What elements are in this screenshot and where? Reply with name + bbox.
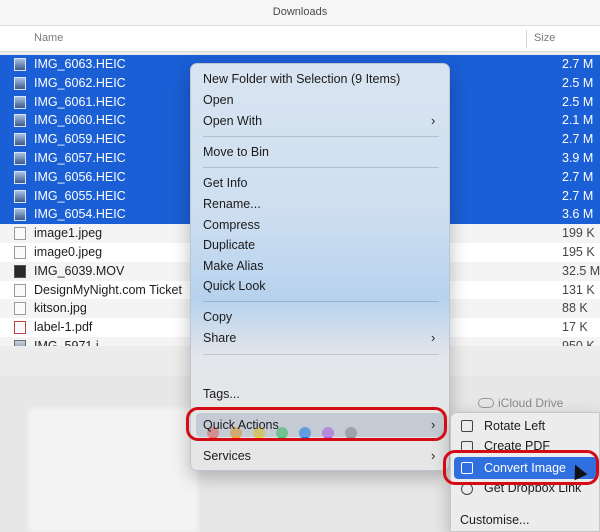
file-size: 3.9 M xyxy=(562,150,594,165)
window-title: Downloads xyxy=(0,0,600,26)
column-name-header[interactable]: Name xyxy=(34,26,63,50)
image-file-icon xyxy=(14,76,26,90)
file-name: image0.jpeg xyxy=(34,244,103,259)
file-size: 131 K xyxy=(562,282,595,297)
menu-separator xyxy=(203,167,439,168)
file-size: 2.5 M xyxy=(562,94,594,109)
file-size: 2.1 M xyxy=(562,113,594,128)
chevron-right-icon: › xyxy=(431,113,436,128)
file-size: 2.7 M xyxy=(562,188,594,203)
video-file-icon xyxy=(14,264,26,278)
image-file-icon xyxy=(14,151,26,165)
submenu-item-customise[interactable]: Customise... xyxy=(460,513,529,527)
file-size: 2.5 M xyxy=(562,75,594,90)
file-size: 195 K xyxy=(562,244,595,259)
menu-item-open[interactable]: Open xyxy=(203,93,234,107)
image-file-icon xyxy=(14,95,26,109)
file-size: 3.6 M xyxy=(562,207,594,222)
menu-item-open-with[interactable]: Open With xyxy=(203,114,262,128)
menu-separator xyxy=(203,354,439,355)
file-size: 88 K xyxy=(562,301,588,316)
menu-item-duplicate[interactable]: Duplicate xyxy=(203,238,255,252)
menu-separator xyxy=(203,136,439,137)
menu-item-share[interactable]: Share xyxy=(203,331,236,345)
pdf-file-icon xyxy=(14,321,26,335)
image-file-icon xyxy=(14,302,26,316)
file-name: IMG_6057.HEIC xyxy=(34,150,126,165)
rotate-left-icon xyxy=(461,420,473,432)
menu-item-rename[interactable]: Rename... xyxy=(203,197,261,211)
menu-item-copy[interactable]: Copy xyxy=(203,310,232,324)
file-size: 2.7 M xyxy=(562,169,594,184)
file-name: IMG_6055.HEIC xyxy=(34,188,126,203)
quick-actions-annotation xyxy=(186,407,447,441)
menu-item-make-alias[interactable]: Make Alias xyxy=(203,259,263,273)
menu-item-compress[interactable]: Compress xyxy=(203,218,260,232)
image-file-icon xyxy=(14,208,26,222)
file-name: IMG_6062.HEIC xyxy=(34,75,126,90)
file-name: IMG_6059.HEIC xyxy=(34,132,126,147)
file-name: IMG_6063.HEIC xyxy=(34,57,126,71)
menu-item-services[interactable]: Services xyxy=(203,449,251,463)
file-size: 2.7 M xyxy=(562,57,594,71)
image-file-icon xyxy=(14,283,26,297)
file-size: 2.7 M xyxy=(562,132,594,147)
menu-item-get-info[interactable]: Get Info xyxy=(203,176,247,190)
image-file-icon xyxy=(14,58,26,71)
menu-item-new-folder-with-selection[interactable]: New Folder with Selection (9 Items) xyxy=(203,72,400,86)
image-file-icon xyxy=(14,245,26,259)
column-header: Name Size xyxy=(0,26,600,52)
file-name: IMG_6056.HEIC xyxy=(34,169,126,184)
image-file-icon xyxy=(14,189,26,203)
file-name: IMG_6061.HEIC xyxy=(34,94,126,109)
file-name: IMG_6060.HEIC xyxy=(34,113,126,128)
submenu-item-rotate-left[interactable]: Rotate Left xyxy=(484,419,545,433)
sidebar-item-icloud-drive[interactable]: iCloud Drive xyxy=(498,396,563,410)
chevron-right-icon: › xyxy=(431,448,436,463)
file-size: 32.5 M xyxy=(562,263,600,278)
image-file-icon xyxy=(14,133,26,147)
column-divider[interactable] xyxy=(526,30,527,48)
file-size: 17 K xyxy=(562,320,588,335)
file-size: 199 K xyxy=(562,226,595,241)
image-file-icon xyxy=(14,227,26,241)
file-name: image1.jpeg xyxy=(34,226,103,241)
column-size-header[interactable]: Size xyxy=(534,26,555,50)
file-name: IMG_6039.MOV xyxy=(34,263,125,278)
file-name: label-1.pdf xyxy=(34,320,93,335)
blurred-preview-document xyxy=(28,408,198,532)
image-file-icon xyxy=(14,170,26,184)
icloud-icon xyxy=(478,398,494,408)
chevron-right-icon: › xyxy=(431,330,436,345)
menu-item-move-to-bin[interactable]: Move to Bin xyxy=(203,145,269,159)
file-name: DesignMyNight.com Ticket xyxy=(34,282,182,297)
menu-separator xyxy=(203,301,439,302)
image-file-icon xyxy=(14,114,26,128)
file-name: kitson.jpg xyxy=(34,301,87,316)
file-name: IMG_6054.HEIC xyxy=(34,207,126,222)
menu-item-tags[interactable]: Tags... xyxy=(203,387,240,401)
menu-item-quick-look[interactable]: Quick Look xyxy=(203,279,266,293)
